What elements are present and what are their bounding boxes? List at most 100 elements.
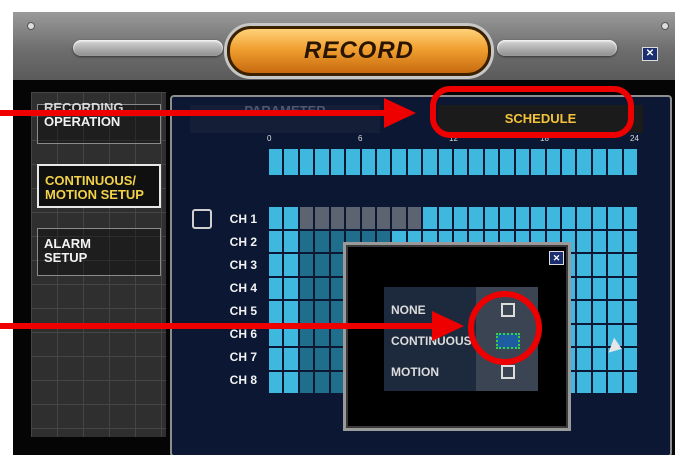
schedule-cell[interactable]: [269, 230, 283, 252]
schedule-cell[interactable]: [608, 254, 622, 276]
schedule-cell[interactable]: [608, 277, 622, 299]
schedule-cell[interactable]: [284, 230, 298, 252]
schedule-cell[interactable]: [469, 207, 483, 229]
schedule-cell[interactable]: [299, 207, 314, 229]
schedule-cell[interactable]: [608, 230, 622, 252]
schedule-cell[interactable]: [623, 254, 637, 276]
option-motion-checkbox[interactable]: [501, 365, 515, 379]
channel-select-icon[interactable]: [192, 209, 212, 229]
close-icon[interactable]: ✕: [642, 47, 658, 61]
schedule-cell[interactable]: [592, 254, 607, 276]
schedule-cell[interactable]: [577, 348, 591, 370]
schedule-cell[interactable]: [454, 207, 468, 229]
schedule-cell[interactable]: [577, 230, 591, 252]
schedule-cell[interactable]: [623, 301, 637, 323]
timeline-cell[interactable]: [484, 149, 499, 175]
schedule-cell[interactable]: [269, 371, 283, 393]
schedule-cell[interactable]: [484, 207, 499, 229]
schedule-cell[interactable]: [592, 230, 607, 252]
schedule-cell[interactable]: [515, 207, 530, 229]
schedule-cell[interactable]: [500, 207, 514, 229]
schedule-cell[interactable]: [608, 371, 622, 393]
timeline-cell[interactable]: [608, 149, 622, 175]
schedule-cell[interactable]: [269, 348, 283, 370]
schedule-cell[interactable]: [346, 207, 360, 229]
timeline-cell[interactable]: [346, 149, 360, 175]
schedule-cell[interactable]: [299, 348, 314, 370]
schedule-cell[interactable]: [577, 301, 591, 323]
timeline-cell[interactable]: [577, 149, 591, 175]
schedule-cell[interactable]: [592, 277, 607, 299]
timeline-cell[interactable]: [561, 149, 576, 175]
timeline-cell[interactable]: [500, 149, 514, 175]
schedule-cell[interactable]: [361, 207, 375, 229]
schedule-cell[interactable]: [592, 207, 607, 229]
timeline-cell[interactable]: [284, 149, 298, 175]
timeline-cell[interactable]: [438, 149, 452, 175]
timeline-cell[interactable]: [515, 149, 530, 175]
timeline-cell[interactable]: [454, 149, 468, 175]
schedule-cell[interactable]: [407, 207, 422, 229]
schedule-cell[interactable]: [269, 254, 283, 276]
schedule-cell[interactable]: [546, 207, 560, 229]
schedule-cell[interactable]: [315, 254, 329, 276]
schedule-cell[interactable]: [623, 207, 637, 229]
schedule-cell[interactable]: [284, 301, 298, 323]
timeline-cell[interactable]: [531, 149, 545, 175]
schedule-cell[interactable]: [592, 348, 607, 370]
schedule-cell[interactable]: [623, 230, 637, 252]
schedule-cell[interactable]: [284, 207, 298, 229]
schedule-cell[interactable]: [423, 207, 437, 229]
schedule-cell[interactable]: [299, 277, 314, 299]
schedule-cell[interactable]: [577, 371, 591, 393]
schedule-cell[interactable]: [577, 207, 591, 229]
schedule-cell[interactable]: [269, 277, 283, 299]
timeline-cell[interactable]: [407, 149, 422, 175]
schedule-cell[interactable]: [269, 207, 283, 229]
schedule-cell[interactable]: [623, 371, 637, 393]
schedule-cell[interactable]: [284, 254, 298, 276]
schedule-cell[interactable]: [315, 230, 329, 252]
timeline-cell[interactable]: [330, 149, 345, 175]
schedule-cell[interactable]: [299, 254, 314, 276]
schedule-cell[interactable]: [592, 324, 607, 346]
timeline-cell[interactable]: [269, 149, 283, 175]
schedule-cell[interactable]: [315, 207, 329, 229]
timeline-cell[interactable]: [592, 149, 607, 175]
schedule-cell[interactable]: [269, 301, 283, 323]
schedule-cell[interactable]: [299, 371, 314, 393]
schedule-cell[interactable]: [299, 230, 314, 252]
schedule-cell[interactable]: [561, 207, 576, 229]
schedule-cell[interactable]: [392, 207, 406, 229]
schedule-cell[interactable]: [608, 207, 622, 229]
schedule-cell[interactable]: [376, 207, 391, 229]
timeline-cell[interactable]: [299, 149, 314, 175]
schedule-cell[interactable]: [330, 207, 345, 229]
timeline-cell[interactable]: [315, 149, 329, 175]
timeline-cell[interactable]: [392, 149, 406, 175]
schedule-cell[interactable]: [438, 207, 452, 229]
schedule-cell[interactable]: [577, 277, 591, 299]
schedule-cell[interactable]: [592, 301, 607, 323]
schedule-cell[interactable]: [623, 277, 637, 299]
timeline-cell[interactable]: [469, 149, 483, 175]
schedule-cell[interactable]: [577, 324, 591, 346]
schedule-cell[interactable]: [577, 254, 591, 276]
timeline-cell[interactable]: [376, 149, 391, 175]
timeline-bar[interactable]: [269, 149, 637, 175]
schedule-cell[interactable]: [315, 277, 329, 299]
sidebar-item-continuous-motion-setup[interactable]: CONTINUOUS/ MOTION SETUP: [37, 164, 161, 208]
schedule-cell[interactable]: [608, 301, 622, 323]
schedule-cell[interactable]: [531, 207, 545, 229]
schedule-cell[interactable]: [284, 277, 298, 299]
schedule-cell[interactable]: [315, 301, 329, 323]
sidebar-item-alarm-setup[interactable]: ALARM SETUP: [37, 228, 161, 276]
timeline-cell[interactable]: [546, 149, 560, 175]
timeline-cell[interactable]: [423, 149, 437, 175]
schedule-cell[interactable]: [315, 371, 329, 393]
schedule-cell[interactable]: [284, 371, 298, 393]
schedule-cell[interactable]: [284, 348, 298, 370]
schedule-cell[interactable]: [623, 324, 637, 346]
close-icon[interactable]: ✕: [549, 251, 564, 265]
schedule-cell[interactable]: [299, 301, 314, 323]
